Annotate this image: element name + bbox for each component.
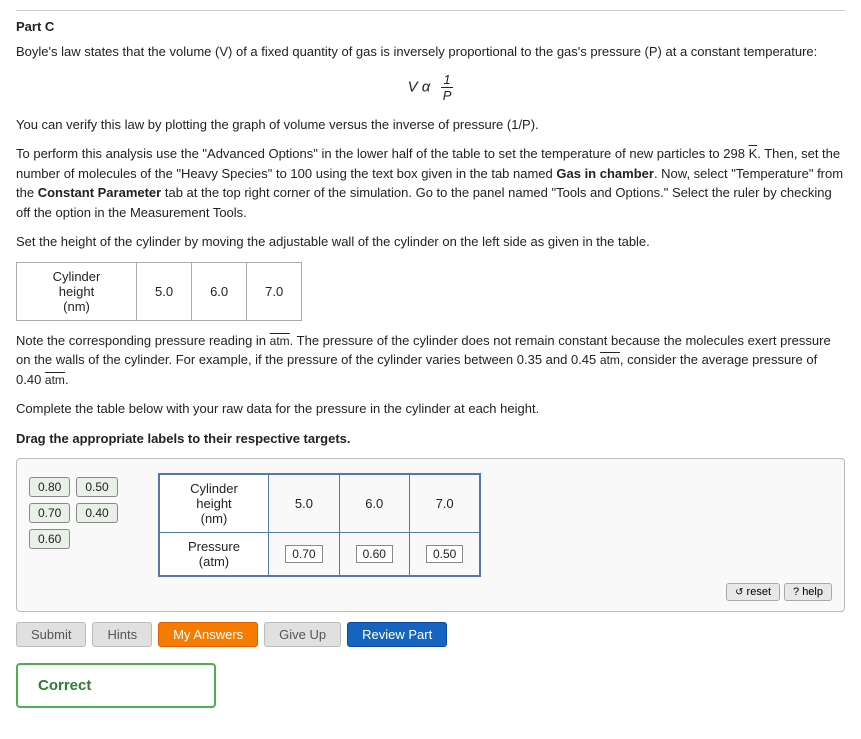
part-title: Part C bbox=[16, 10, 845, 34]
give-up-button[interactable]: Give Up bbox=[264, 622, 341, 647]
set-height-text: Set the height of the cylinder by moving… bbox=[16, 232, 845, 252]
correct-label: Correct bbox=[38, 677, 91, 694]
cylinder-val-3: 7.0 bbox=[247, 262, 302, 320]
drop-box-1[interactable]: 0.70 bbox=[269, 533, 339, 577]
drag-table-height-label: Cylinder height(nm) bbox=[159, 474, 269, 533]
formula-block: V α 1 P bbox=[16, 72, 845, 103]
drag-table-row-height: Cylinder height(nm) 5.0 6.0 7.0 bbox=[159, 474, 481, 533]
drag-table-height-val3: 7.0 bbox=[409, 474, 480, 533]
review-part-button[interactable]: Review Part bbox=[347, 622, 447, 647]
label-0-40[interactable]: 0.40 bbox=[76, 503, 117, 523]
note-text: Note the corresponding pressure reading … bbox=[16, 331, 845, 390]
label-pair-3: 0.60 bbox=[29, 529, 118, 549]
drag-table-wrap: Cylinder height(nm) 5.0 6.0 7.0 Pressure… bbox=[158, 473, 832, 601]
label-pair-1: 0.80 0.50 bbox=[29, 477, 118, 497]
drag-area: 0.80 0.50 0.70 0.40 0.60 Cylinder height… bbox=[16, 458, 845, 612]
verify-text: You can verify this law by plotting the … bbox=[16, 115, 845, 135]
instructions-text: To perform this analysis use the "Advanc… bbox=[16, 144, 845, 222]
drag-table-height-val2: 6.0 bbox=[339, 474, 409, 533]
boyles-law-text: Boyle's law states that the volume (V) o… bbox=[16, 42, 845, 62]
help-button[interactable]: ? help bbox=[784, 583, 832, 601]
drag-table-height-val1: 5.0 bbox=[269, 474, 339, 533]
drop-box-3[interactable]: 0.50 bbox=[409, 533, 480, 577]
label-0-60[interactable]: 0.60 bbox=[29, 529, 70, 549]
drag-instruction: Drag the appropriate labels to their res… bbox=[16, 429, 845, 449]
drag-table-row-pressure: Pressure(atm) 0.70 0.60 0.50 bbox=[159, 533, 481, 577]
hints-button[interactable]: Hints bbox=[92, 622, 152, 647]
submit-button[interactable]: Submit bbox=[16, 622, 86, 647]
drop-box-2[interactable]: 0.60 bbox=[339, 533, 409, 577]
bottom-buttons: Submit Hints My Answers Give Up Review P… bbox=[16, 622, 845, 647]
label-pair-2: 0.70 0.40 bbox=[29, 503, 118, 523]
my-answers-button[interactable]: My Answers bbox=[158, 622, 258, 647]
drag-table-pressure-label: Pressure(atm) bbox=[159, 533, 269, 577]
cylinder-val-2: 6.0 bbox=[192, 262, 247, 320]
cylinder-val-1: 5.0 bbox=[137, 262, 192, 320]
labels-column: 0.80 0.50 0.70 0.40 0.60 bbox=[29, 477, 118, 549]
complete-text: Complete the table below with your raw d… bbox=[16, 399, 845, 419]
label-0-80[interactable]: 0.80 bbox=[29, 477, 70, 497]
drag-table: Cylinder height(nm) 5.0 6.0 7.0 Pressure… bbox=[158, 473, 482, 577]
reset-button[interactable]: ↺ reset bbox=[726, 583, 780, 601]
cylinder-height-table: Cylinder height(nm) 5.0 6.0 7.0 bbox=[16, 262, 302, 321]
reset-icon: ↺ bbox=[735, 587, 743, 598]
cylinder-height-header: Cylinder height(nm) bbox=[17, 262, 137, 320]
reset-help-row: ↺ reset ? help bbox=[158, 583, 832, 601]
label-0-70[interactable]: 0.70 bbox=[29, 503, 70, 523]
correct-box: Correct bbox=[16, 663, 216, 708]
label-0-50[interactable]: 0.50 bbox=[76, 477, 117, 497]
